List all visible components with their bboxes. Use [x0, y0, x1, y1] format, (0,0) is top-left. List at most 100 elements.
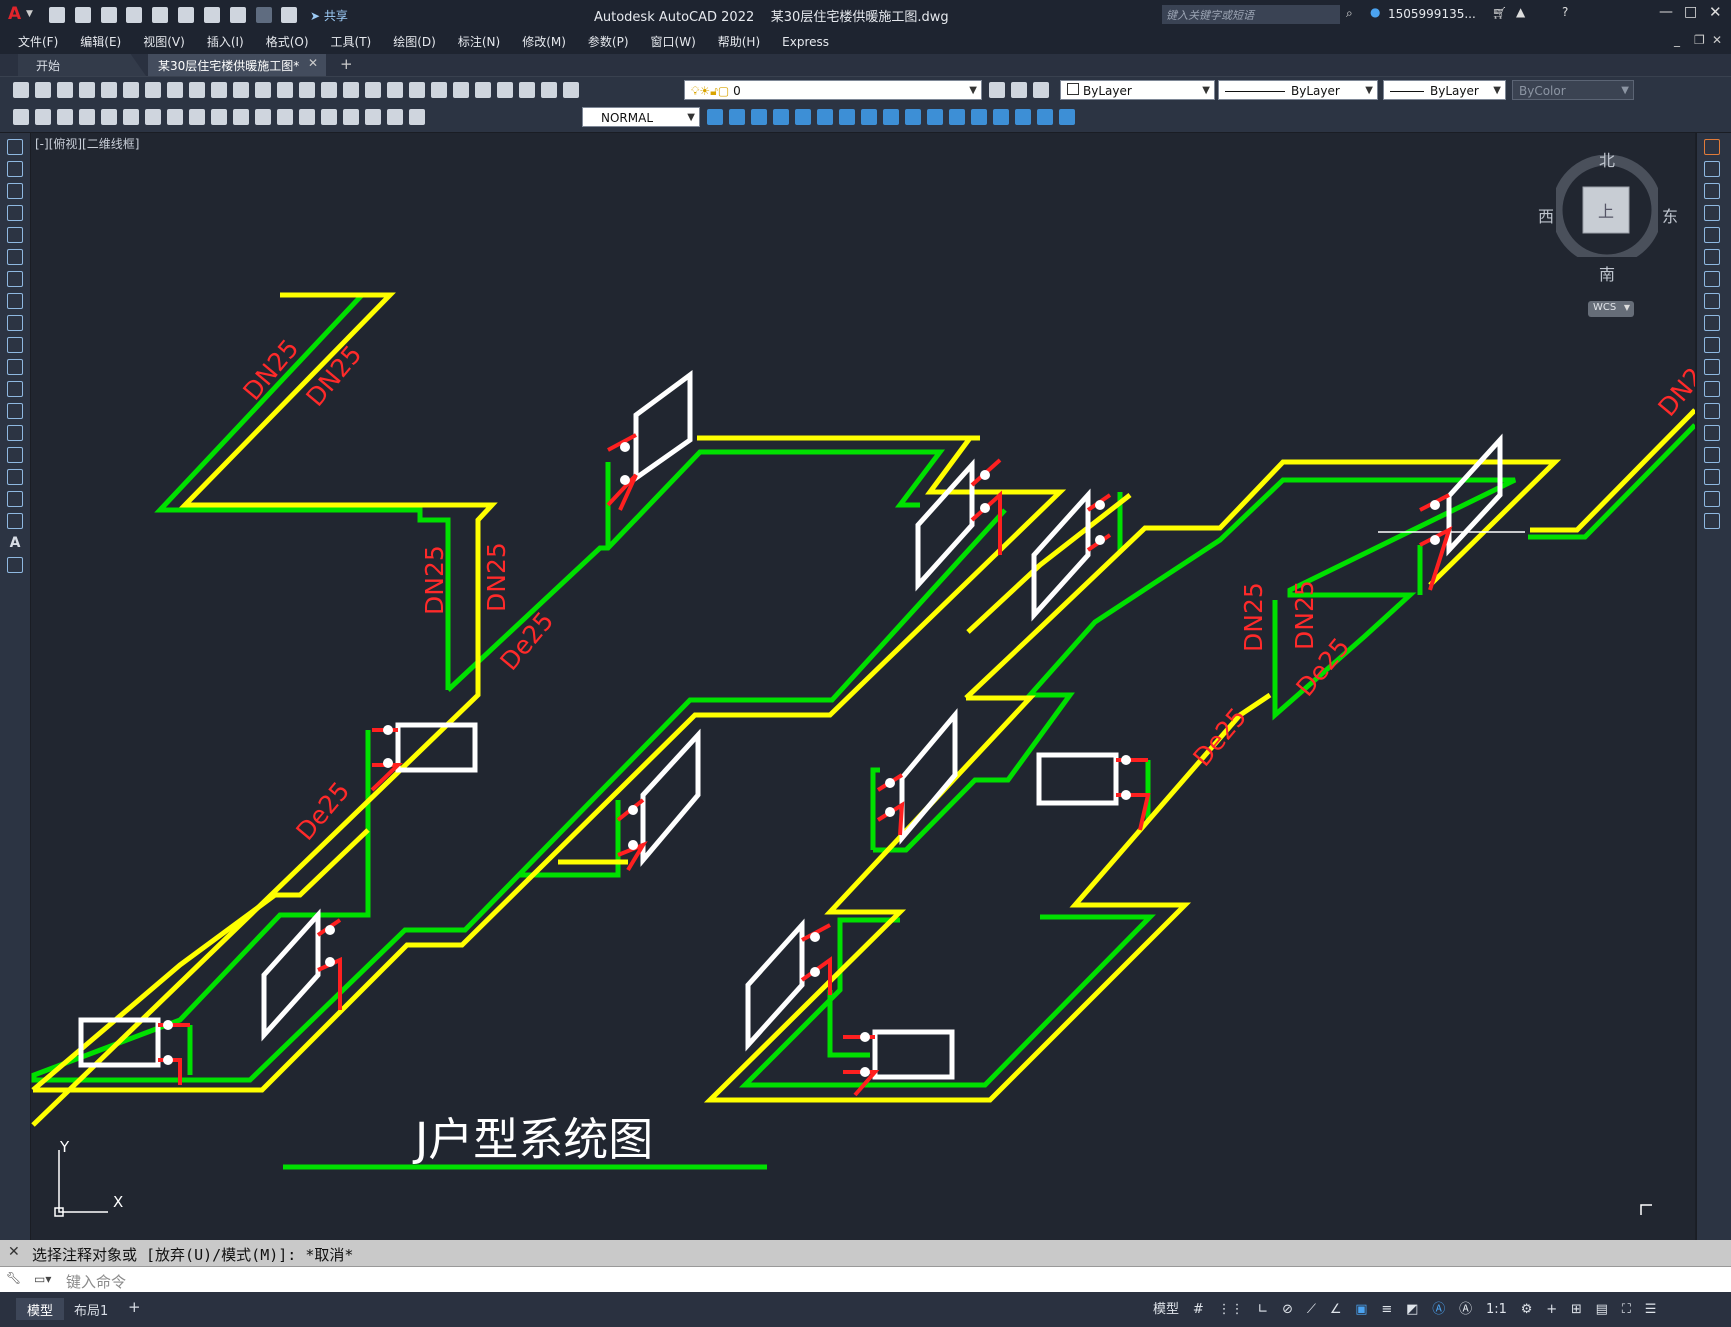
linetype-dropdown[interactable]: ByLayer ▼ — [1218, 80, 1378, 100]
zoom-previous-icon[interactable] — [387, 82, 403, 98]
undo-tb-icon[interactable] — [277, 82, 293, 98]
tolerance-icon[interactable] — [299, 109, 315, 125]
doc-minimize-icon[interactable]: _ — [1674, 33, 1680, 47]
menu-item[interactable]: 插入(I) — [207, 30, 244, 54]
calculator-icon[interactable] — [519, 82, 535, 98]
mirror-icon[interactable] — [1704, 183, 1720, 199]
layout-tab-1[interactable]: 布局1 — [74, 1300, 108, 1319]
polar-icon[interactable]: ⊘ — [1282, 1292, 1293, 1327]
wcs-menu[interactable]: WCS ▼ — [1588, 301, 1634, 317]
share-button[interactable]: ➤ 共享 — [310, 7, 348, 24]
tab-active-drawing[interactable]: 某30层住宅楼供暖施工图* ✕ — [148, 54, 326, 76]
dim-radius-icon[interactable] — [145, 109, 161, 125]
search-input[interactable]: 键入关键字或短语 — [1166, 7, 1254, 23]
make-block-icon[interactable] — [7, 403, 23, 419]
shell-icon[interactable] — [1037, 109, 1053, 125]
menu-item[interactable]: 视图(V) — [143, 30, 185, 54]
object-snap-icon[interactable]: ▣ — [1355, 1292, 1367, 1327]
tool-palettes-icon[interactable] — [453, 82, 469, 98]
close-button[interactable]: ✕ — [1709, 3, 1722, 21]
style-dropdown[interactable]: NORMAL ▼ — [582, 107, 700, 127]
compass-west[interactable]: 西 — [1538, 203, 1554, 227]
jog-icon[interactable] — [365, 109, 381, 125]
ortho-icon[interactable]: ∟ — [1257, 1292, 1268, 1327]
new-tab-button[interactable]: + — [340, 55, 353, 73]
sweep-icon[interactable] — [971, 109, 987, 125]
layer-properties-icon[interactable] — [563, 82, 579, 98]
annotation-visibility-icon[interactable]: Ⓐ — [1432, 1292, 1445, 1327]
save-tb-icon[interactable] — [57, 82, 73, 98]
zoom-window-icon[interactable] — [365, 82, 381, 98]
open-file-icon[interactable] — [74, 7, 91, 23]
erase-icon[interactable] — [1704, 139, 1720, 155]
user-icon[interactable]: ● — [1370, 5, 1380, 19]
properties-icon[interactable] — [409, 82, 425, 98]
plot-icon[interactable] — [203, 7, 220, 23]
fillet-icon[interactable] — [1704, 469, 1720, 485]
menu-item[interactable]: 文件(F) — [18, 30, 58, 54]
layout-tab-model[interactable]: 模型 — [16, 1298, 64, 1320]
3dprint-icon[interactable] — [145, 82, 161, 98]
add-selected-icon[interactable] — [7, 557, 23, 573]
app-menu-arrow-icon[interactable]: ▼ — [26, 9, 33, 19]
menu-item[interactable]: 窗口(W) — [651, 30, 696, 54]
line-tool-icon[interactable] — [7, 139, 23, 155]
dim-space-icon[interactable] — [277, 109, 293, 125]
save-web-icon[interactable] — [178, 7, 195, 23]
center-mark-icon[interactable] — [321, 109, 337, 125]
polygon-icon[interactable] — [7, 205, 23, 221]
add-layout-button[interactable]: + — [128, 1298, 141, 1316]
point-icon[interactable] — [7, 425, 23, 441]
help-tb-icon[interactable] — [541, 82, 557, 98]
cart-icon[interactable]: 🛒︎ — [1492, 6, 1507, 20]
mirror-3d-icon[interactable] — [839, 109, 855, 125]
extend-icon[interactable] — [1704, 359, 1720, 375]
workspace-gear-icon[interactable]: ⚙ — [1521, 1292, 1533, 1327]
auto-scale-icon[interactable]: Ⓐ — [1459, 1292, 1472, 1327]
menu-item[interactable]: Express — [782, 30, 829, 54]
gradient-icon[interactable] — [7, 469, 23, 485]
join-icon[interactable] — [1704, 425, 1720, 441]
region-icon[interactable] — [7, 491, 23, 507]
quick-dim-icon[interactable] — [211, 109, 227, 125]
paste-icon[interactable] — [211, 82, 227, 98]
tab-start[interactable]: 开始 — [18, 54, 146, 76]
color-dropdown[interactable]: ByLayer ▼ — [1060, 80, 1215, 100]
dim-continue-icon[interactable] — [255, 109, 271, 125]
revolve-icon[interactable] — [949, 109, 965, 125]
array-icon[interactable] — [1704, 227, 1720, 243]
preview-icon[interactable] — [101, 82, 117, 98]
new-file-icon[interactable] — [49, 7, 65, 23]
command-prompt-icon[interactable]: ▭▾ — [34, 1272, 51, 1286]
save-as-icon[interactable] — [126, 7, 143, 23]
rotate-3d-icon[interactable] — [795, 109, 811, 125]
layer-previous-icon[interactable] — [1011, 82, 1027, 98]
pan-icon[interactable] — [321, 82, 337, 98]
trim-icon[interactable] — [1704, 337, 1720, 353]
align-3d-icon[interactable] — [817, 109, 833, 125]
dim-ordinate-icon[interactable] — [123, 109, 139, 125]
sheet-set-icon[interactable] — [475, 82, 491, 98]
compass-east[interactable]: 东 — [1662, 203, 1678, 227]
loft-icon[interactable] — [993, 109, 1009, 125]
quick-properties-icon[interactable]: ▤ — [1596, 1292, 1608, 1327]
arc-icon[interactable] — [7, 249, 23, 265]
dim-linear-icon[interactable] — [57, 109, 73, 125]
wrench-icon[interactable]: 🔧︎ — [6, 1271, 21, 1285]
redo-icon[interactable] — [255, 7, 272, 23]
extrude-icon[interactable] — [927, 109, 943, 125]
explode-icon[interactable] — [1704, 513, 1720, 529]
redo-tb-icon[interactable] — [299, 82, 315, 98]
table-icon[interactable] — [7, 513, 23, 529]
qnew-icon[interactable] — [13, 82, 29, 98]
open-icon[interactable] — [35, 82, 51, 98]
viewcube[interactable]: 北 南 西 东 上 — [1538, 151, 1678, 284]
copy-tool-icon[interactable] — [1704, 161, 1720, 177]
ellipse-icon[interactable] — [7, 337, 23, 353]
layer-states-icon[interactable] — [1033, 82, 1049, 98]
dim-update-icon[interactable] — [409, 109, 425, 125]
presspull-icon[interactable] — [1015, 109, 1031, 125]
isodraft-icon[interactable]: ⟋ — [1307, 1292, 1316, 1327]
customize-qat-icon[interactable] — [281, 7, 298, 23]
solid-subtract-icon[interactable] — [751, 109, 767, 125]
